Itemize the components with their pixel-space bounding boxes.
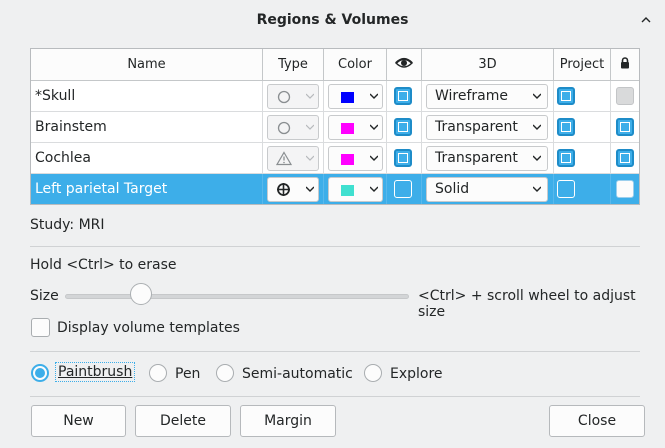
project-checkbox[interactable] <box>557 149 575 167</box>
study-value: MRI <box>78 217 105 233</box>
region-name: *Skull <box>31 81 263 111</box>
semi-automatic-label[interactable]: Semi-automatic <box>242 366 353 382</box>
column-header-lock[interactable] <box>611 49 639 81</box>
semi-automatic-radio[interactable] <box>216 364 234 382</box>
lock-checkbox[interactable] <box>616 118 634 136</box>
explore-radio[interactable] <box>364 364 382 382</box>
table-row[interactable]: Cochlea Transparent <box>31 143 639 174</box>
color-swatch <box>341 92 354 103</box>
render-mode-combo[interactable]: Transparent <box>426 146 548 171</box>
delete-button[interactable]: Delete <box>135 405 231 437</box>
visible-checkbox[interactable] <box>394 180 412 198</box>
size-hint: <Ctrl> + scroll wheel to adjust size <box>418 288 636 320</box>
study-label-text: Study: <box>30 217 75 233</box>
chevron-down-icon <box>533 186 541 192</box>
color-combo[interactable] <box>328 146 383 171</box>
chevron-down-icon <box>306 186 314 192</box>
chevron-down-icon <box>533 124 541 130</box>
color-combo[interactable] <box>328 115 383 140</box>
color-swatch <box>341 123 354 134</box>
circle-outline-icon <box>277 90 291 104</box>
paintbrush-label-text: Paintbrush <box>58 364 133 380</box>
regions-table: Name Type Color 3D Project *Skull Wirefr… <box>30 48 640 205</box>
lock-checkbox[interactable] <box>616 149 634 167</box>
render-mode-value: Solid <box>435 181 470 197</box>
visible-checkbox[interactable] <box>394 87 412 105</box>
margin-button[interactable]: Margin <box>240 405 336 437</box>
region-name: Brainstem <box>31 112 263 142</box>
new-button[interactable]: New <box>31 405 126 437</box>
type-combo[interactable] <box>267 177 319 202</box>
size-label: Size <box>30 288 59 304</box>
table-row[interactable]: *Skull Wireframe <box>31 81 639 112</box>
column-header-type[interactable]: Type <box>263 49 324 81</box>
chevron-down-icon <box>306 155 314 161</box>
chevron-down-icon <box>533 93 541 99</box>
region-name: Left parietal Target <box>31 174 263 204</box>
color-swatch <box>341 185 354 196</box>
study-label: Study: MRI <box>30 217 105 233</box>
project-checkbox[interactable] <box>557 87 575 105</box>
divider <box>30 351 640 352</box>
render-mode-combo[interactable]: Solid <box>426 177 548 202</box>
color-swatch <box>341 154 354 165</box>
paintbrush-label[interactable]: Paintbrush <box>55 362 136 382</box>
table-row-selected[interactable]: Left parietal Target Solid <box>31 174 639 204</box>
chevron-down-icon <box>533 155 541 161</box>
project-checkbox[interactable] <box>557 118 575 136</box>
lock-checkbox[interactable] <box>616 180 634 198</box>
column-header-name[interactable]: Name <box>31 49 263 81</box>
circle-outline-icon <box>277 121 291 135</box>
color-combo[interactable] <box>328 84 383 109</box>
column-header-visibility[interactable] <box>387 49 422 81</box>
type-combo[interactable] <box>267 115 319 140</box>
visible-checkbox[interactable] <box>394 149 412 167</box>
lock-checkbox[interactable] <box>616 87 634 105</box>
chevron-down-icon <box>370 93 378 99</box>
column-header-project[interactable]: Project <box>554 49 611 81</box>
chevron-down-icon <box>370 186 378 192</box>
region-name: Cochlea <box>31 143 263 173</box>
render-mode-value: Transparent <box>435 150 518 166</box>
pen-label[interactable]: Pen <box>175 366 200 382</box>
divider <box>30 396 640 397</box>
crosshair-icon <box>277 183 290 196</box>
explore-label[interactable]: Explore <box>390 366 443 382</box>
render-mode-value: Transparent <box>435 119 518 135</box>
column-header-3d[interactable]: 3D <box>422 49 554 81</box>
project-checkbox[interactable] <box>557 180 575 198</box>
paintbrush-radio[interactable] <box>31 364 49 382</box>
size-slider-handle[interactable] <box>130 283 152 305</box>
eye-icon <box>395 57 413 68</box>
chevron-down-icon <box>370 155 378 161</box>
close-button[interactable]: Close <box>549 405 645 437</box>
divider <box>30 246 640 247</box>
erase-hint: Hold <Ctrl> to erase <box>30 257 177 273</box>
warning-triangle-icon <box>276 151 292 166</box>
size-slider-track[interactable] <box>65 294 409 299</box>
column-header-color[interactable]: Color <box>324 49 387 81</box>
color-combo[interactable] <box>328 177 383 202</box>
chevron-down-icon <box>306 93 314 99</box>
type-combo[interactable] <box>267 146 319 171</box>
window-title: Regions & Volumes <box>256 12 409 28</box>
visible-checkbox[interactable] <box>394 118 412 136</box>
type-combo[interactable] <box>267 84 319 109</box>
display-templates-checkbox[interactable] <box>31 318 50 337</box>
pen-radio[interactable] <box>149 364 167 382</box>
chevron-down-icon <box>306 124 314 130</box>
table-row[interactable]: Brainstem Transparent <box>31 112 639 143</box>
lock-icon <box>621 57 629 69</box>
render-mode-combo[interactable]: Transparent <box>426 115 548 140</box>
render-mode-combo[interactable]: Wireframe <box>426 84 548 109</box>
render-mode-value: Wireframe <box>435 88 509 104</box>
chevron-down-icon <box>370 124 378 130</box>
display-templates-label: Display volume templates <box>57 320 240 336</box>
collapse-chevron-icon[interactable] <box>641 16 651 24</box>
